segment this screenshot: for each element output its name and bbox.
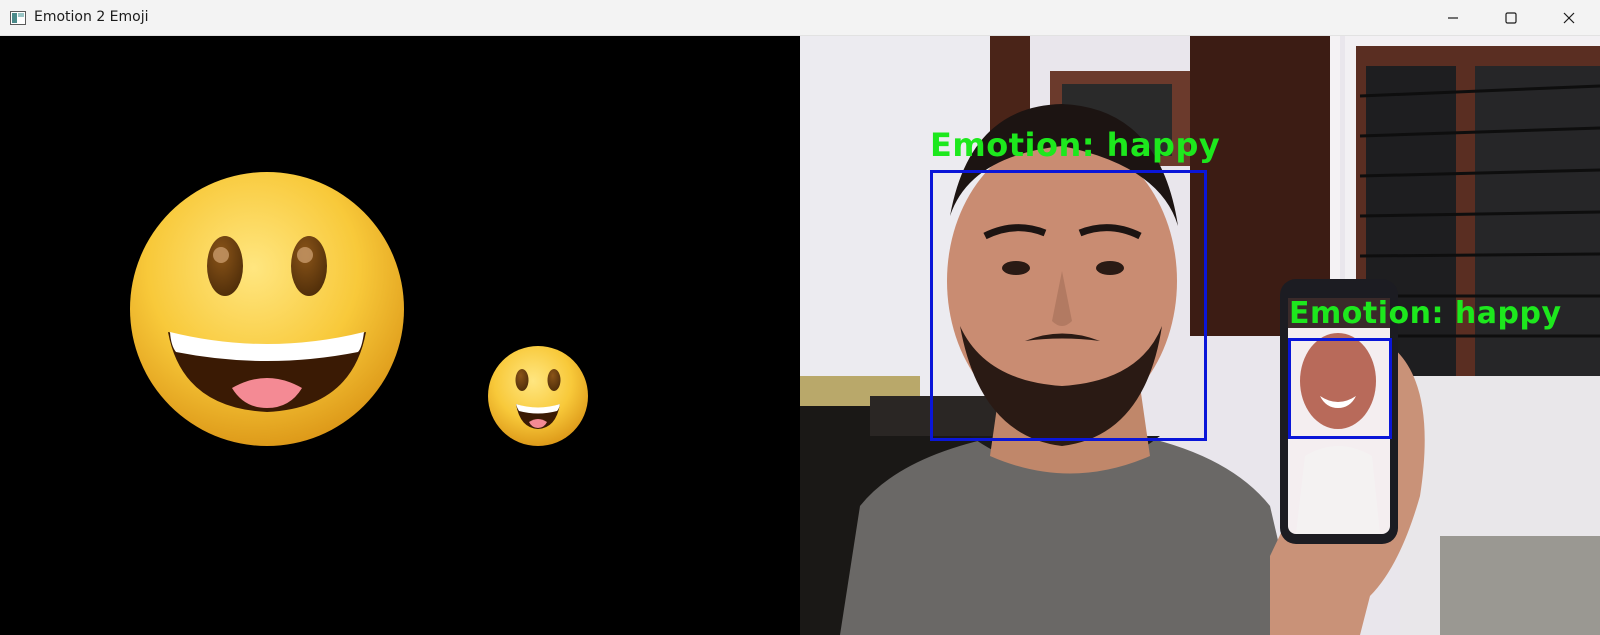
maximize-button[interactable]	[1482, 0, 1540, 36]
minimize-button[interactable]	[1424, 0, 1482, 36]
app-window-icon	[10, 10, 26, 25]
window-title: Emotion 2 Emoji	[34, 9, 149, 25]
emoji-output-panel	[0, 36, 800, 635]
title-bar[interactable]: Emotion 2 Emoji	[0, 0, 1600, 36]
face-detection-box	[930, 170, 1207, 441]
grinning-face-emoji-large	[130, 172, 404, 446]
emotion-label: Emotion: happy	[1289, 296, 1562, 331]
minimize-icon	[1447, 9, 1459, 28]
close-button[interactable]	[1540, 0, 1598, 36]
grinning-face-emoji-small	[488, 346, 588, 446]
face-detection-box	[1288, 338, 1392, 439]
emotion-label: Emotion: happy	[930, 126, 1221, 164]
webcam-feed-panel: Emotion: happy Emotion: happy	[800, 36, 1600, 635]
window-content: Emotion: happy Emotion: happy	[0, 36, 1600, 635]
maximize-icon	[1505, 9, 1517, 28]
app-window: Emotion 2 Emoji Emotion: happy Emotion: …	[0, 0, 1600, 635]
close-icon	[1563, 9, 1575, 28]
